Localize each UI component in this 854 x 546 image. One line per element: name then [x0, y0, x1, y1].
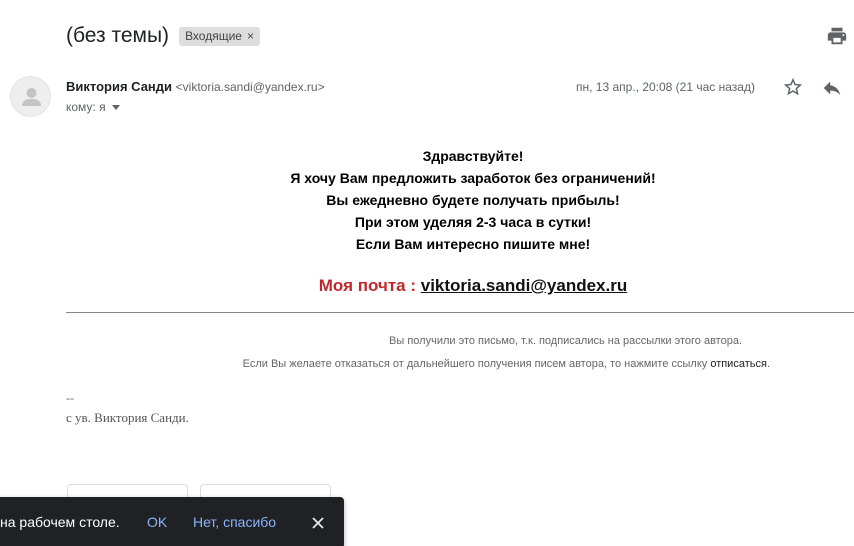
email-body: Здравствуйте! Я хочу Вам предложить зара…: [100, 145, 846, 255]
remove-label-icon[interactable]: ×: [247, 29, 254, 43]
print-icon[interactable]: [826, 25, 848, 47]
mail-address-link[interactable]: viktoria.sandi@yandex.ru: [421, 276, 627, 295]
snackbar-ok-button[interactable]: OK: [147, 514, 167, 530]
inbox-label-chip[interactable]: Входящие ×: [179, 26, 260, 46]
unsubscribe-info: Если Вы желаете отказаться от дальнейшег…: [66, 358, 770, 370]
contact-mail-row: Моя почта : viktoria.sandi@yandex.ru: [100, 276, 846, 296]
subject-row: (без темы) Входящие ×: [66, 20, 260, 52]
subscription-info: Вы получили это письмо, т.к. подписались…: [389, 335, 742, 347]
unsubscribe-info-text: Если Вы желаете отказаться от дальнейшег…: [242, 358, 711, 370]
recipients-text: кому: я: [66, 100, 106, 114]
snackbar: на рабочем столе. OK Нет, спасибо: [0, 497, 344, 546]
person-icon: [22, 88, 41, 106]
snackbar-message: на рабочем столе.: [0, 514, 120, 530]
body-line: Здравствуйте!: [422, 148, 524, 164]
body-line: При этом уделяя 2-3 часа в сутки!: [354, 214, 592, 230]
chevron-down-icon: [111, 104, 120, 110]
divider: [66, 312, 854, 313]
signature-separator: --: [66, 391, 74, 405]
message-date: пн, 13 апр., 20:08 (21 час назад): [576, 80, 755, 94]
recipients-toggle[interactable]: кому: я: [66, 100, 120, 114]
snackbar-dismiss-button[interactable]: Нет, спасибо: [193, 514, 276, 530]
reply-icon[interactable]: [821, 77, 843, 99]
star-icon[interactable]: [782, 76, 804, 98]
body-line: Я хочу Вам предложить заработок без огра…: [290, 170, 656, 186]
unsubscribe-info-suffix: .: [766, 358, 770, 370]
sender-line: Виктория Санди <viktoria.sandi@yandex.ru…: [66, 79, 325, 94]
body-line: Если Вам интересно пишите мне!: [355, 236, 591, 252]
signature: с ув. Виктория Санди.: [66, 410, 189, 425]
body-line: Вы ежедневно будете получать прибыль!: [326, 192, 620, 208]
mail-label: Моя почта :: [318, 276, 416, 295]
unsubscribe-link[interactable]: отписаться: [710, 358, 767, 370]
inbox-label-text: Входящие: [185, 29, 242, 43]
avatar[interactable]: [10, 76, 51, 117]
sender-email: <viktoria.sandi@yandex.ru>: [175, 80, 325, 94]
email-subject: (без темы): [66, 24, 170, 47]
close-icon[interactable]: [310, 515, 326, 531]
sender-name[interactable]: Виктория Санди: [66, 79, 172, 94]
